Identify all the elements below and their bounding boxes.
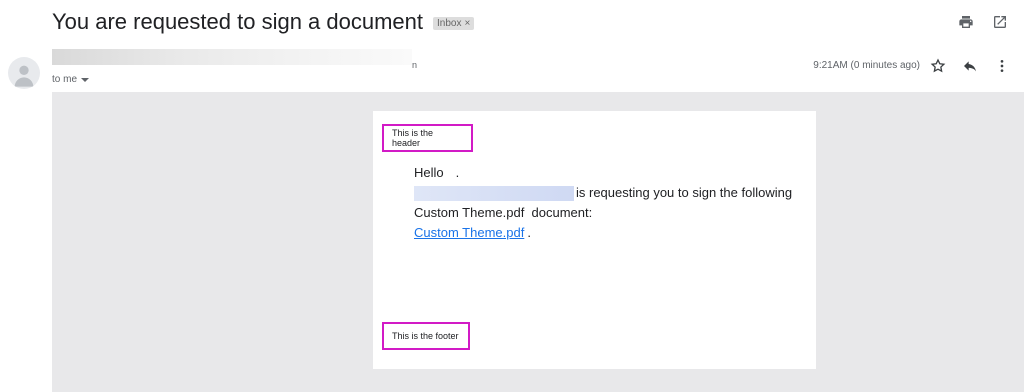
sender-name-tail: n <box>412 60 418 70</box>
header-text: This is the header <box>392 128 434 148</box>
email-footer-box: This is the footer <box>382 322 470 350</box>
link-suffix: . <box>527 225 531 240</box>
email-message: Hello . is requesting you to sign the fo… <box>414 163 792 243</box>
document-link[interactable]: Custom Theme.pdf <box>414 223 524 243</box>
greeting-punct: . <box>455 165 460 180</box>
subject-text: You are requested to sign a document <box>52 9 424 34</box>
sender-avatar[interactable] <box>8 57 40 89</box>
label-chip-text: Inbox <box>437 17 462 29</box>
more-vert-icon[interactable] <box>992 56 1012 76</box>
document-link-line: Custom Theme.pdf . <box>414 223 792 243</box>
email-subject: You are requested to sign a document Inb… <box>52 9 475 35</box>
open-in-new-window-icon[interactable] <box>990 12 1010 32</box>
greeting-line: Hello . <box>414 163 792 183</box>
star-icon[interactable] <box>928 56 948 76</box>
request-text: is requesting you to sign the following <box>576 185 793 200</box>
remove-label-icon[interactable]: × <box>464 18 470 29</box>
footer-text: This is the footer <box>392 331 459 341</box>
document-line: Custom Theme.pdf document: <box>414 203 792 223</box>
thread-toolbar <box>956 12 1010 32</box>
reply-icon[interactable] <box>960 56 980 76</box>
document-text: Custom Theme.pdf document: <box>414 205 593 220</box>
print-icon[interactable] <box>956 12 976 32</box>
requester-name-redacted <box>414 185 574 201</box>
message-timestamp: 9:21AM (0 minutes ago) <box>813 60 920 71</box>
recipient-details-toggle[interactable]: to me <box>52 74 90 85</box>
message-actions <box>928 56 1012 76</box>
chevron-down-icon <box>81 77 90 82</box>
recipient-text: to me <box>52 74 78 85</box>
email-body-area: This is the header Hello . is requesting… <box>52 92 1024 392</box>
sender-name-redacted <box>52 49 412 65</box>
email-header-box: This is the header <box>382 124 473 152</box>
greeting-text: Hello <box>414 165 444 180</box>
request-line: is requesting you to sign the following <box>414 183 792 203</box>
inbox-label-chip[interactable]: Inbox × <box>433 16 475 30</box>
email-content-card: This is the header Hello . is requesting… <box>373 111 816 369</box>
